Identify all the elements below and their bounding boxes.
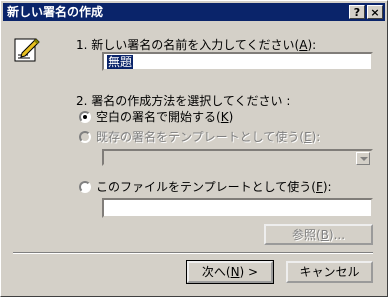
radio-file-template-label[interactable]: このファイルをテンプレートとして使う(F): <box>96 180 332 194</box>
existing-signature-dropdown[interactable] <box>102 149 373 166</box>
chevron-down-icon[interactable] <box>356 152 370 165</box>
help-button[interactable]: ? <box>349 5 365 19</box>
radio-existing-template-label[interactable]: 既存の署名をテンプレートとして使う(E): <box>96 130 320 144</box>
close-button[interactable]: × <box>367 5 383 19</box>
radio-existing-template[interactable] <box>79 131 91 143</box>
radio-blank-signature-label[interactable]: 空白の署名で開始する(K) <box>96 110 233 124</box>
radio-blank-signature[interactable] <box>79 111 91 123</box>
signature-name-value: 無題 <box>107 55 134 69</box>
radio-selected-dot <box>83 115 87 119</box>
template-file-path-input[interactable] <box>102 198 373 218</box>
title-bar[interactable]: 新しい署名の作成 ? × <box>3 3 385 21</box>
step1-label: 1. 新しい署名の名前を入力してください(A): <box>76 38 317 52</box>
dialog-title: 新しい署名の作成 <box>7 5 104 19</box>
create-signature-dialog: 新しい署名の作成 ? × 1. 新しい署名の名前を入力してください(A): 無題… <box>0 0 388 297</box>
next-button[interactable]: 次へ(N) > <box>186 260 274 284</box>
cancel-button[interactable]: キャンセル <box>286 261 373 283</box>
radio-file-template[interactable] <box>79 181 91 193</box>
footer-separator <box>13 252 373 254</box>
step2-label: 2. 署名の作成方法を選択してください : <box>76 94 291 108</box>
browse-button[interactable]: 参照(B)... <box>264 224 373 245</box>
signature-pencil-icon <box>14 38 40 62</box>
signature-name-input[interactable]: 無題 <box>102 52 373 71</box>
